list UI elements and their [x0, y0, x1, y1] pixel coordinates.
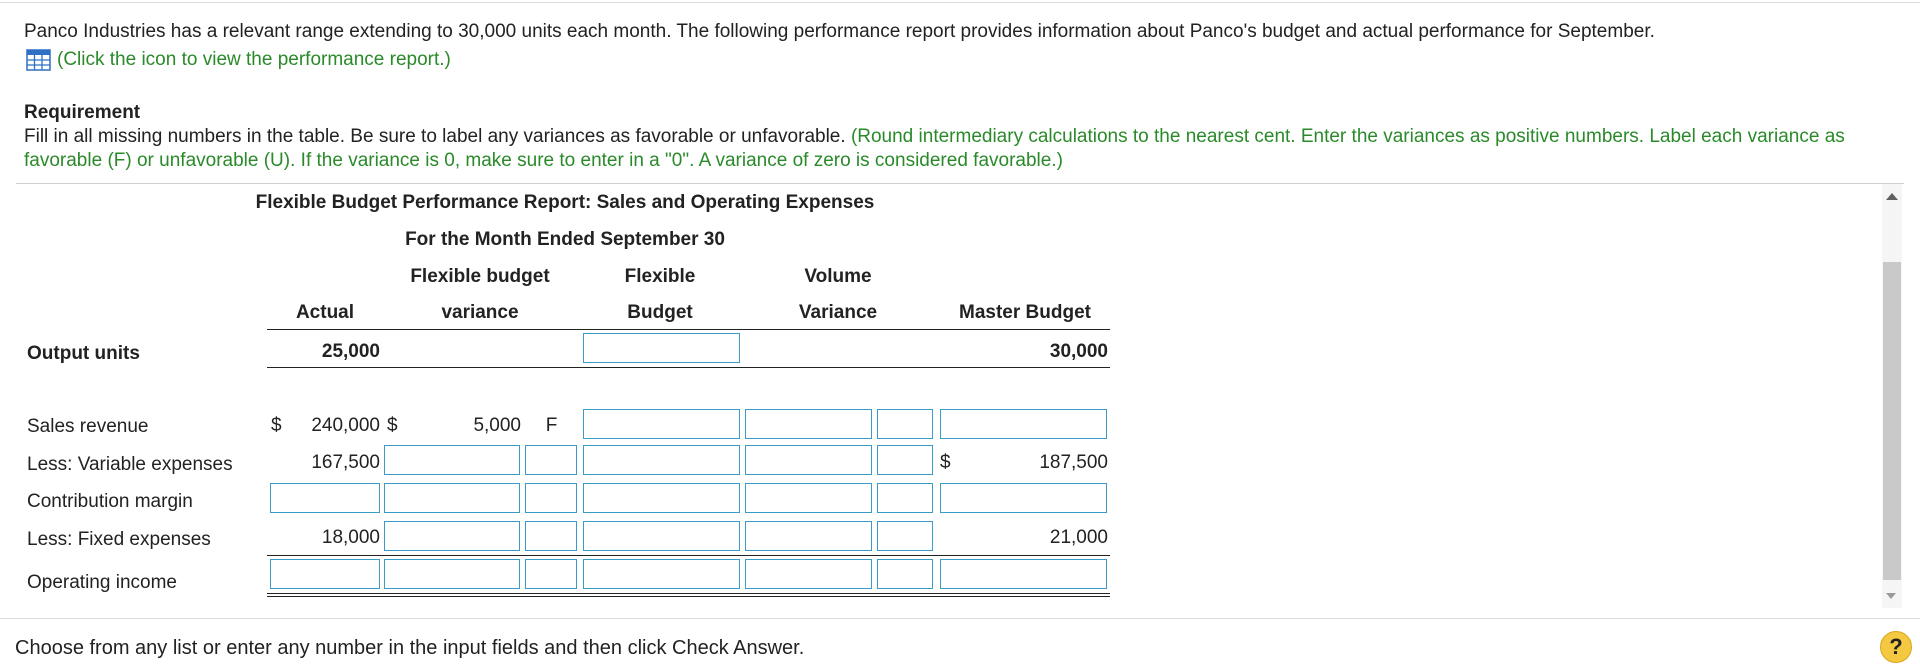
total-double-underline-1	[267, 593, 1110, 594]
total-double-underline-2	[267, 596, 1110, 597]
sales-actual: 240,000	[311, 415, 380, 436]
header-fbv-line2: variance	[441, 302, 519, 323]
report-subtitle: For the Month Ended September 30	[405, 229, 725, 250]
footer-divider	[0, 618, 1920, 619]
variable-expenses-master-dollar: $	[940, 452, 951, 473]
sales-volume-variance-input[interactable]	[745, 409, 872, 439]
variable-expenses-actual: 167,500	[311, 452, 380, 473]
operating-income-actual-input[interactable]	[270, 559, 380, 589]
scrollbar-thumb[interactable]	[1883, 262, 1901, 580]
row-label-operating-income: Operating income	[27, 572, 177, 593]
fixed-expenses-fbv-label-select[interactable]	[525, 521, 577, 551]
operating-income-volume-variance-label-select[interactable]	[877, 559, 933, 589]
output-units-flexible-budget-input[interactable]	[583, 333, 740, 363]
operating-income-fbv-label-select[interactable]	[525, 559, 577, 589]
performance-report-table: Flexible Budget Performance Report: Sale…	[0, 184, 1880, 614]
row-label-variable-expenses: Less: Variable expenses	[27, 454, 233, 475]
header-vv-line1: Volume	[804, 266, 872, 287]
header-actual: Actual	[295, 302, 355, 323]
fixed-expenses-flexible-budget-input[interactable]	[583, 521, 740, 551]
fixed-expenses-volume-variance-label-select[interactable]	[877, 521, 933, 551]
requirement-text: Fill in all missing numbers in the table…	[24, 125, 1904, 173]
sales-fbv-label: F	[545, 415, 558, 436]
scroll-down-icon[interactable]	[1886, 593, 1896, 599]
operating-income-volume-variance-input[interactable]	[745, 559, 872, 589]
variable-expenses-fbv-input[interactable]	[384, 445, 520, 475]
requirement-title: Requirement	[24, 102, 141, 123]
fixed-expenses-master: 21,000	[1049, 527, 1108, 548]
variable-expenses-volume-variance-input[interactable]	[745, 445, 872, 475]
variable-expenses-master: 187,500	[1039, 452, 1108, 473]
contribution-margin-actual-input[interactable]	[270, 483, 380, 513]
contribution-margin-volume-variance-label-select[interactable]	[877, 483, 933, 513]
requirement-body: Fill in all missing numbers in the table…	[24, 126, 846, 147]
footer-instructions: Choose from any list or enter any number…	[15, 637, 805, 659]
performance-report-link-text[interactable]: (Click the icon to view the performance …	[57, 49, 451, 71]
table-grid-icon[interactable]	[26, 49, 51, 71]
intro-text: Panco Industries has a relevant range ex…	[24, 21, 1655, 42]
variable-expenses-volume-variance-label-select[interactable]	[877, 445, 933, 475]
output-units-underline	[267, 367, 1110, 368]
header-master-budget: Master Budget	[959, 302, 1091, 323]
contribution-margin-fbv-input[interactable]	[384, 483, 520, 513]
variable-expenses-flexible-budget-input[interactable]	[583, 445, 740, 475]
operating-income-flexible-budget-input[interactable]	[583, 559, 740, 589]
output-units-master: 30,000	[1049, 341, 1108, 362]
operating-income-master-budget-input[interactable]	[940, 559, 1107, 589]
fixed-expenses-actual: 18,000	[321, 527, 380, 548]
contribution-margin-fbv-label-select[interactable]	[525, 483, 577, 513]
contribution-margin-master-budget-input[interactable]	[940, 483, 1107, 513]
row-label-fixed-expenses: Less: Fixed expenses	[27, 529, 211, 550]
variable-expenses-fbv-label-select[interactable]	[525, 445, 577, 475]
fixed-expenses-volume-variance-input[interactable]	[745, 521, 872, 551]
contribution-margin-flexible-budget-input[interactable]	[583, 483, 740, 513]
sales-fbv: 5,000	[473, 415, 521, 436]
performance-report-link[interactable]: (Click the icon to view the performance …	[26, 49, 451, 71]
report-title: Flexible Budget Performance Report: Sale…	[255, 192, 875, 213]
header-fb-line1: Flexible	[624, 266, 696, 287]
contribution-margin-volume-variance-input[interactable]	[745, 483, 872, 513]
top-divider	[0, 2, 1920, 3]
sales-volume-variance-label-select[interactable]	[877, 409, 933, 439]
help-icon[interactable]: ?	[1880, 631, 1912, 663]
row-label-sales-revenue: Sales revenue	[27, 416, 149, 437]
header-underline	[267, 329, 1110, 330]
sales-fbv-dollar: $	[387, 415, 398, 436]
header-vv-line2: Variance	[798, 302, 878, 323]
output-units-label: Output units	[27, 343, 140, 364]
fixed-expenses-fbv-input[interactable]	[384, 521, 520, 551]
header-fb-line2: Budget	[627, 302, 693, 323]
operating-income-fbv-input[interactable]	[384, 559, 520, 589]
header-fbv-line1: Flexible budget	[410, 266, 550, 287]
sales-flexible-budget-input[interactable]	[583, 409, 740, 439]
scroll-up-icon[interactable]	[1886, 193, 1898, 200]
output-units-actual: 25,000	[321, 341, 380, 362]
fixed-expenses-underline	[267, 555, 1110, 556]
sales-master-budget-input[interactable]	[940, 409, 1107, 439]
row-label-contribution-margin: Contribution margin	[27, 491, 193, 512]
sales-actual-dollar: $	[271, 415, 282, 436]
